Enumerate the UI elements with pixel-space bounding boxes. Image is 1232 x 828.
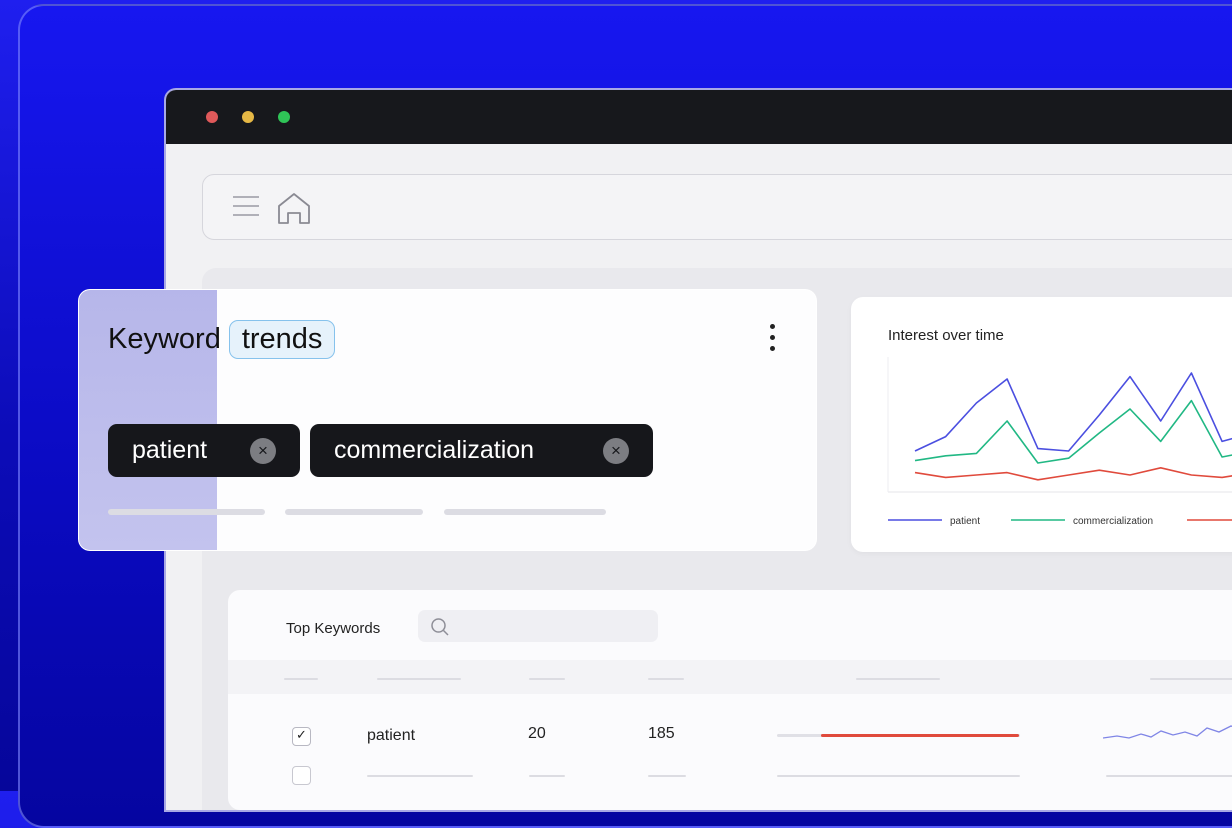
title-chip: trends [228, 320, 336, 359]
trend-bar [777, 734, 1020, 737]
table-header [228, 660, 1232, 694]
maximize-window-dot[interactable] [278, 111, 290, 123]
placeholder-line [444, 509, 606, 515]
search-input[interactable] [418, 610, 658, 642]
home-icon[interactable] [276, 191, 312, 225]
keyword-cell: patient [367, 727, 416, 744]
series-line-2 [914, 467, 1232, 481]
remove-tag-icon[interactable]: × [603, 438, 629, 464]
top-keywords-title: Top Keywords [286, 620, 381, 637]
search-icon [431, 618, 449, 636]
header-placeholder [284, 678, 318, 680]
value-cell: 20 [528, 725, 546, 742]
row-placeholder [367, 775, 473, 777]
placeholder-line [285, 509, 423, 515]
series-line-0 [914, 372, 1232, 452]
remove-tag-icon[interactable]: × [250, 438, 276, 464]
header-placeholder [856, 678, 940, 680]
more-options-icon[interactable] [765, 324, 779, 360]
legend-label-1: commercialization [1073, 516, 1153, 527]
keyword-tag-commercialization: commercialization × [310, 424, 653, 477]
row-checkbox[interactable]: ✓ [292, 727, 311, 746]
placeholder-line [108, 509, 265, 515]
minimize-window-dot[interactable] [242, 111, 254, 123]
header-placeholder [648, 678, 684, 680]
header-placeholder [529, 678, 565, 680]
title-bar [166, 90, 1232, 144]
keyword-trends-card: Keyword trends patient × commercializati… [78, 289, 817, 551]
tag-label: patient [132, 436, 208, 464]
tag-label: commercialization [334, 436, 535, 464]
sparkline [1103, 725, 1232, 739]
interest-chart: patient commercialization [887, 357, 1232, 527]
card-title: Keyword trends [108, 320, 336, 359]
series-line-1 [914, 399, 1232, 464]
value-cell: 185 [648, 725, 675, 742]
menu-icon[interactable] [233, 195, 259, 217]
header-placeholder [1150, 678, 1232, 680]
interest-over-time-card: Interest over time patient commercializat… [851, 297, 1232, 552]
legend-label-0: patient [950, 516, 980, 527]
close-window-dot[interactable] [206, 111, 218, 123]
row-placeholder [1106, 775, 1232, 777]
check-mark: ✓ [296, 727, 307, 742]
trend-bar-fill [821, 734, 1019, 737]
row-checkbox[interactable] [292, 766, 311, 785]
top-keywords-card: Top Keywords ✓ patient 20 185 [228, 590, 1232, 810]
header-placeholder [377, 678, 461, 680]
top-toolbar [202, 174, 1232, 240]
row-placeholder [529, 775, 565, 777]
keyword-tag-patient: patient × [108, 424, 300, 477]
row-placeholder [648, 775, 686, 777]
title-word: Keyword [108, 323, 221, 355]
row-placeholder [777, 775, 1020, 777]
